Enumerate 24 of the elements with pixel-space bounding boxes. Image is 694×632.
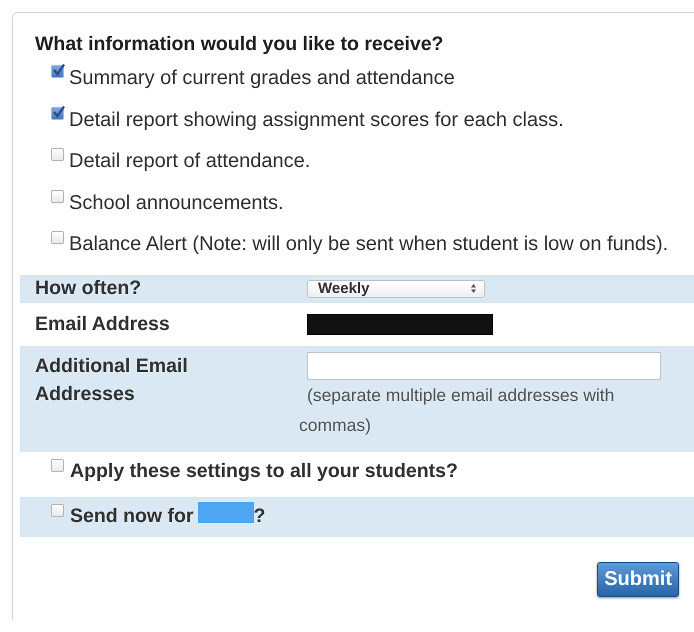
email-input-field[interactable] [307, 352, 661, 380]
submit-button[interactable]: Submit [597, 562, 679, 596]
section-heading: What information would you like to receive? [34, 32, 444, 57]
checkbox[interactable] [51, 190, 64, 202]
checkbox[interactable] [51, 458, 64, 472]
stepper-icon [471, 284, 476, 293]
option-label: Apply these settings to all your students? [70, 460, 458, 482]
checkbox[interactable] [51, 148, 64, 161]
checkbox[interactable] [51, 106, 64, 120]
checkbox[interactable] [51, 231, 64, 244]
checkbox[interactable] [51, 504, 64, 516]
option-label: Detail report showing assignment scores for each class. [69, 108, 564, 132]
frequency-dropdown[interactable]: Weekly [307, 280, 485, 298]
option-label: Detail report of attendance. [69, 150, 310, 173]
hint-text: (separate multiple email addresses with commas) [299, 384, 616, 437]
option-label: ? [254, 504, 266, 528]
option-label: Balance Alert (Note: will only be sent when student is low on funds). [69, 233, 668, 256]
checkbox[interactable] [51, 65, 64, 78]
field-label: Email Address [35, 312, 171, 336]
field-label: How often? [35, 277, 142, 300]
option-label: School announcements. [69, 192, 284, 214]
option-label: Send now for [70, 504, 194, 528]
option-label: Summary of current grades and attendance [69, 67, 455, 90]
field-label: Additional Email Addresses [35, 354, 189, 406]
